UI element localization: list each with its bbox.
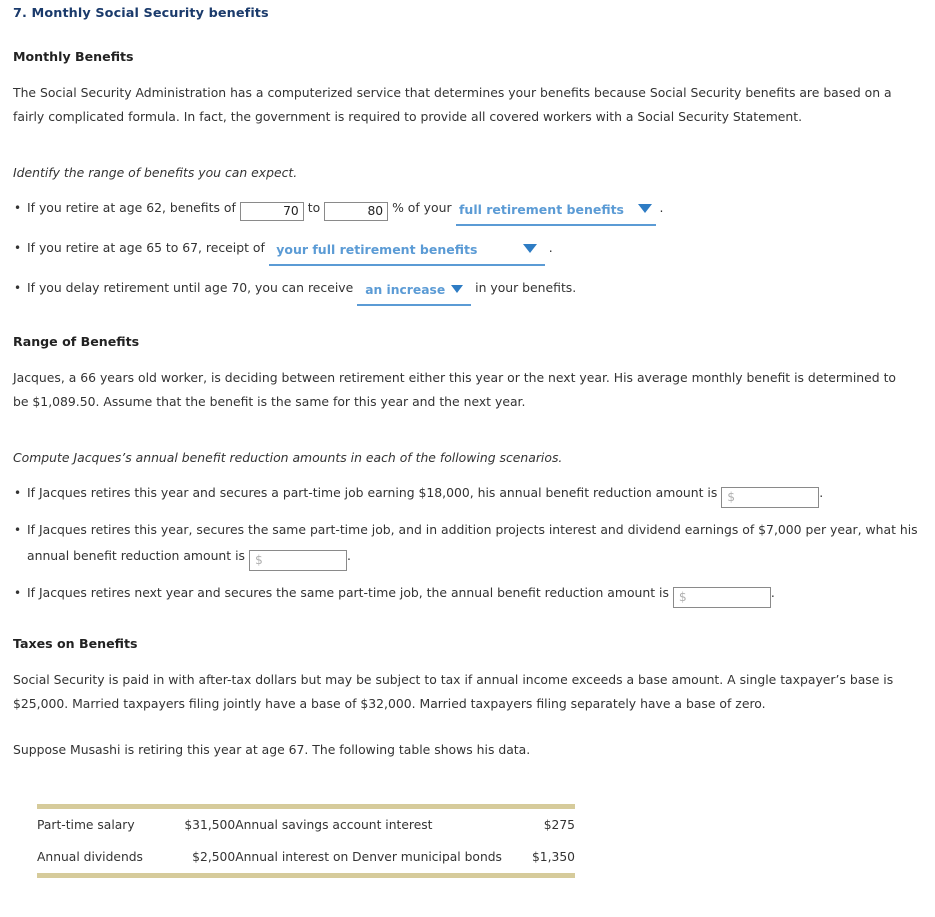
range-of-benefits-instruction: Compute Jacques’s annual benefit reducti…: [13, 450, 563, 465]
monthly-benefits-instruction: Identify the range of benefits you can e…: [13, 165, 298, 180]
table-row: Part-time salary $31,500 Annual savings …: [37, 807, 575, 842]
dropdown-label: your full retirement benefits: [276, 242, 478, 257]
bullet-text-after: % of your: [392, 200, 452, 215]
musashi-data-table: Part-time salary $31,500 Annual savings …: [37, 804, 575, 878]
benefit-reduction-input-2[interactable]: $: [248, 550, 347, 571]
benefit-reduction-input-3[interactable]: $: [672, 587, 771, 608]
table-cell-label-left: Annual dividends: [37, 850, 143, 864]
table-cell-label-left: Part-time salary: [37, 818, 135, 832]
bullet-text-before: If you retire at age 62, benefits of: [27, 200, 236, 215]
bullet-text-end: .: [659, 200, 664, 215]
bullet-text-end: .: [819, 485, 824, 500]
list-item: If Jacques retires this year and secures…: [13, 480, 927, 508]
page-title: 7. Monthly Social Security benefits: [13, 6, 269, 21]
list-item: If Jacques retires next year and secures…: [13, 580, 927, 608]
bullet-text-before: If Jacques retires next year and secures…: [27, 585, 669, 600]
bullet-text-before: If you delay retirement until age 70, yo…: [27, 280, 354, 295]
list-item: If you retire at age 62, benefits of 70 …: [13, 195, 927, 226]
section-heading-range-of-benefits: Range of Benefits: [13, 334, 140, 349]
bullet-text-end: .: [548, 240, 553, 255]
bullet-text-before: If you retire at age 65 to 67, receipt o…: [27, 240, 265, 255]
table-cell-value-right: $1,350: [531, 850, 575, 864]
list-item: If Jacques retires this year, secures th…: [13, 517, 927, 571]
bullet-text-mid: to: [307, 200, 321, 215]
benefit-low-percent-input[interactable]: 70: [239, 202, 304, 221]
question-page: 7. Monthly Social Security benefits Mont…: [0, 0, 935, 917]
musashi-data-table-wrapper: Part-time salary $31,500 Annual savings …: [37, 804, 575, 878]
table-cell-label-right: Annual savings account interest: [235, 818, 433, 832]
chevron-down-icon: [451, 285, 464, 293]
table-cell-value-left: $2,500: [192, 850, 236, 864]
section-heading-taxes-on-benefits: Taxes on Benefits: [13, 636, 138, 651]
bullet-text-before: If Jacques retires this year and secures…: [27, 485, 718, 500]
taxes-on-benefits-paragraph: Social Security is paid in with after-ta…: [13, 672, 894, 711]
chevron-down-icon: [638, 204, 652, 213]
range-of-benefits-paragraph: Jacques, a 66 years old worker, is decid…: [13, 370, 897, 409]
benefit-reduction-input-1[interactable]: $: [721, 487, 820, 508]
dropdown-delay-retirement-effect[interactable]: an increase: [357, 277, 472, 306]
dropdown-full-retirement-benefits[interactable]: full retirement benefits: [455, 197, 656, 226]
table-cell-value-right: $275: [543, 818, 575, 832]
list-item: If you retire at age 65 to 67, receipt o…: [13, 235, 927, 266]
monthly-benefits-paragraph: The Social Security Administration has a…: [13, 85, 892, 124]
bullet-text-end: .: [770, 585, 775, 600]
taxes-on-benefits-subparagraph: Suppose Musashi is retiring this year at…: [13, 742, 531, 757]
monthly-benefits-bullet-list: If you retire at age 62, benefits of 70 …: [0, 195, 935, 306]
bullet-text-before: If Jacques retires this year, secures th…: [27, 522, 918, 563]
benefit-high-percent-input[interactable]: 80: [324, 202, 389, 221]
range-of-benefits-bullet-list: If Jacques retires this year and secures…: [0, 480, 935, 608]
table-row: Annual dividends $2,500 Annual interest …: [37, 841, 575, 876]
dropdown-label: an increase: [365, 283, 446, 297]
dropdown-receipt-of[interactable]: your full retirement benefits: [268, 237, 545, 266]
bullet-text-end: .: [346, 548, 351, 563]
dropdown-label: full retirement benefits: [458, 202, 624, 217]
section-heading-monthly-benefits: Monthly Benefits: [13, 49, 134, 64]
table-cell-value-left: $31,500: [184, 818, 236, 832]
list-item: If you delay retirement until age 70, yo…: [13, 275, 927, 306]
chevron-down-icon: [523, 244, 538, 253]
table-cell-label-right: Annual interest on Denver municipal bond…: [235, 850, 502, 864]
bullet-text-end: in your benefits.: [475, 280, 577, 295]
